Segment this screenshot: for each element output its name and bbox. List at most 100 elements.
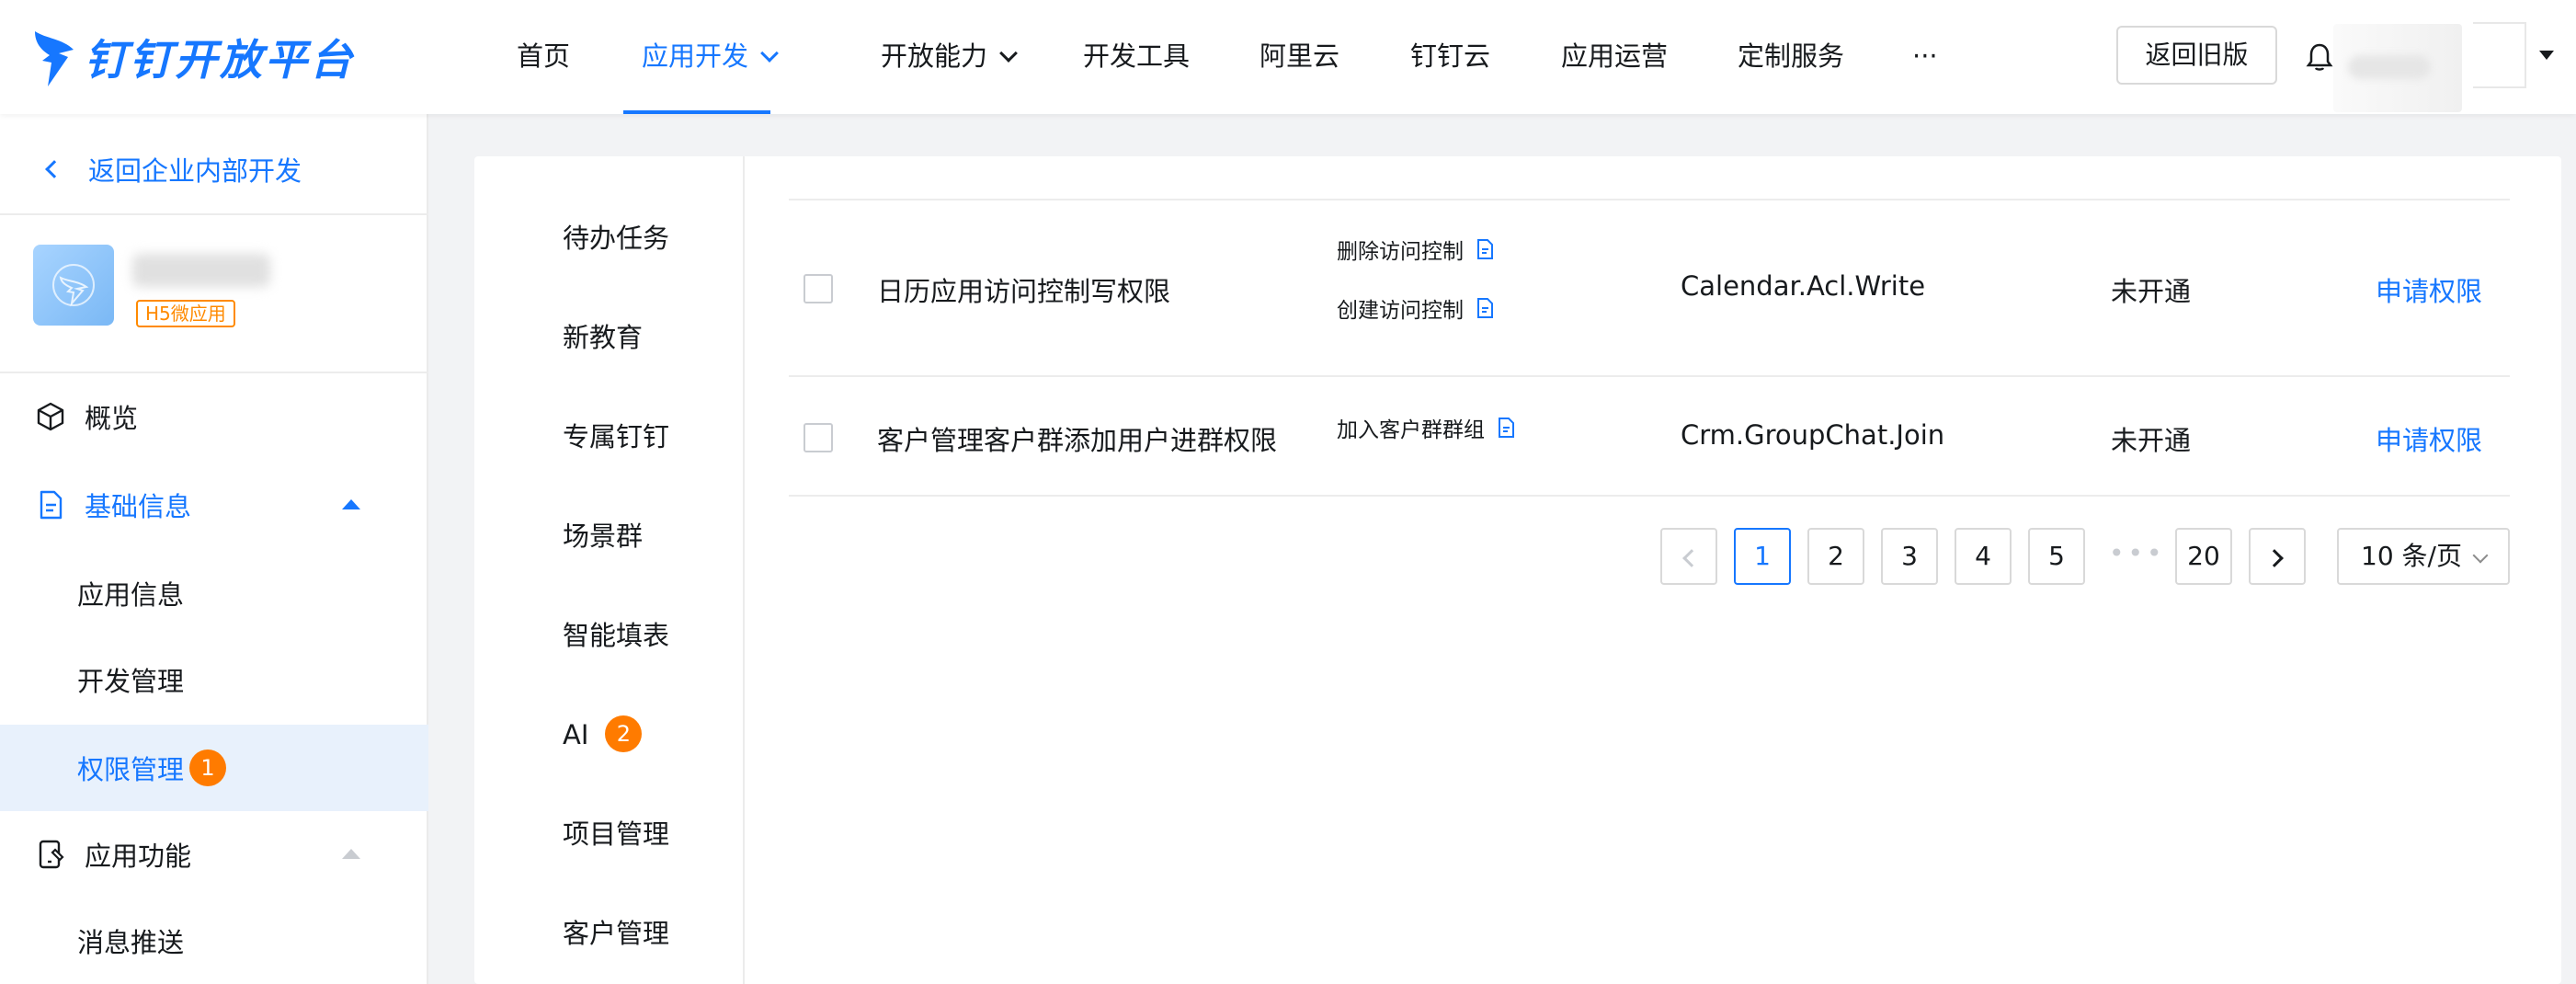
api-name: 加入客户群群组 bbox=[1337, 418, 1485, 442]
table-divider bbox=[789, 375, 2510, 377]
doc-icon bbox=[1477, 239, 1493, 259]
sidebar-item-label: 开发管理 bbox=[77, 666, 185, 697]
sidebar-item-message-push[interactable]: 消息推送 bbox=[0, 898, 428, 984]
permission-status: 未开通 bbox=[2111, 425, 2192, 456]
api-name: 删除访问控制 bbox=[1337, 240, 1464, 264]
page-size-value: 10 条/页 bbox=[2361, 541, 2462, 571]
table-divider bbox=[789, 495, 2510, 497]
sidebar-item-overview[interactable]: 概览 bbox=[0, 373, 428, 460]
nav-app-operations[interactable]: 应用运营 bbox=[1561, 0, 1668, 114]
permission-name: 客户管理客户群添加用户进群权限 bbox=[877, 425, 1278, 456]
nav-dingtalk-cloud[interactable]: 钉钉云 bbox=[1410, 0, 1490, 114]
doc-icon bbox=[1499, 418, 1514, 438]
top-navigation-bar: 钉钉开放平台 首页 应用开发 开放能力 开发工具 阿里云 钉钉云 应用运营 定制… bbox=[0, 0, 2576, 114]
permission-category-list: 待办任务 新教育 专属钉钉 场景群 智能填表 AI 2 项目管理 客户管理 bbox=[474, 156, 745, 984]
chevron-down-icon bbox=[999, 44, 1018, 63]
notification-badge: 1 bbox=[189, 749, 226, 786]
apply-permission-link[interactable]: 申请权限 bbox=[2376, 419, 2482, 458]
sidebar-item-app-info[interactable]: 应用信息 bbox=[0, 550, 428, 636]
category-customer-management[interactable]: 客户管理 bbox=[563, 910, 669, 956]
chevron-down-icon bbox=[2472, 547, 2489, 564]
category-label: 智能填表 bbox=[563, 620, 670, 651]
back-link-label: 返回企业内部开发 bbox=[88, 155, 302, 187]
sidebar-item-label: 权限管理 bbox=[77, 754, 185, 785]
pagination-next-button[interactable] bbox=[2249, 528, 2306, 585]
pagination-page-1[interactable]: 1 bbox=[1734, 528, 1791, 585]
category-label: 客户管理 bbox=[563, 918, 670, 949]
api-link[interactable]: 删除访问控制 bbox=[1337, 234, 1493, 265]
permission-panel: 待办任务 新教育 专属钉钉 场景群 智能填表 AI 2 项目管理 客户管理 日历应… bbox=[474, 156, 2561, 984]
sidebar: 返回企业内部开发 H5微应用 概览 基础信息 应用信息 开发管理 权限管理 1 … bbox=[0, 114, 428, 984]
category-project-management[interactable]: 项目管理 bbox=[563, 811, 669, 857]
app-card: H5微应用 bbox=[33, 245, 401, 346]
nav-label: 开放能力 bbox=[881, 40, 988, 72]
sidebar-item-app-features[interactable]: 应用功能 bbox=[0, 811, 428, 898]
category-smart-form[interactable]: 智能填表 bbox=[563, 612, 669, 658]
nav-label: 钉钉云 bbox=[1410, 40, 1491, 72]
category-scene-group[interactable]: 场景群 bbox=[563, 513, 643, 559]
pagination-page-2[interactable]: 2 bbox=[1807, 528, 1864, 585]
apply-permission-link[interactable]: 申请权限 bbox=[2376, 270, 2482, 309]
nav-aliyun[interactable]: 阿里云 bbox=[1260, 0, 1339, 114]
category-exclusive-dingtalk[interactable]: 专属钉钉 bbox=[563, 414, 669, 460]
page-size-select[interactable]: 10 条/页 bbox=[2337, 528, 2510, 585]
pagination-page-3[interactable]: 3 bbox=[1881, 528, 1938, 585]
category-label: 项目管理 bbox=[563, 818, 670, 850]
nav-open-capabilities[interactable]: 开放能力 bbox=[881, 0, 1018, 114]
category-todo[interactable]: 待办任务 bbox=[563, 215, 669, 261]
nav-label: 定制服务 bbox=[1738, 40, 1845, 72]
nav-app-development[interactable]: 应用开发 bbox=[623, 0, 779, 114]
avatar[interactable] bbox=[2333, 24, 2462, 112]
row-checkbox[interactable] bbox=[804, 423, 833, 452]
pagination-ellipsis[interactable]: ••• bbox=[2109, 528, 2166, 585]
dingtalk-logo-icon bbox=[35, 31, 74, 86]
document-icon bbox=[40, 490, 63, 520]
nav-dev-tools[interactable]: 开发工具 bbox=[1083, 0, 1190, 114]
bell-icon[interactable] bbox=[2303, 40, 2336, 74]
category-label: 待办任务 bbox=[563, 223, 670, 254]
return-old-version-button[interactable]: 返回旧版 bbox=[2116, 26, 2277, 85]
notification-badge: 2 bbox=[605, 715, 643, 752]
pagination-prev-button[interactable] bbox=[1660, 528, 1717, 585]
chevron-left-icon bbox=[1682, 549, 1701, 567]
permission-name: 日历应用访问控制写权限 bbox=[877, 276, 1171, 307]
app-name-blurred bbox=[132, 254, 270, 287]
pagination-page-last[interactable]: 20 bbox=[2175, 528, 2232, 585]
sidebar-item-label: 基础信息 bbox=[85, 491, 192, 522]
nav-label: 首页 bbox=[517, 40, 571, 72]
category-label: AI bbox=[563, 719, 589, 750]
nav-more[interactable]: ··· bbox=[1912, 0, 1938, 114]
app-icon bbox=[33, 245, 114, 326]
caret-down-icon[interactable] bbox=[2539, 51, 2554, 60]
category-label: 场景群 bbox=[563, 521, 644, 552]
category-new-education[interactable]: 新教育 bbox=[563, 315, 643, 360]
permission-code: Crm.GroupChat.Join bbox=[1681, 419, 1945, 451]
doc-icon bbox=[1477, 298, 1493, 318]
sidebar-item-label: 消息推送 bbox=[77, 927, 185, 958]
nav-custom-service[interactable]: 定制服务 bbox=[1738, 0, 1844, 114]
nav-label: 应用运营 bbox=[1561, 40, 1669, 72]
nav-home[interactable]: 首页 bbox=[517, 0, 570, 114]
chevron-down-icon bbox=[760, 44, 779, 63]
brand-logo[interactable]: 钉钉开放平台 bbox=[31, 24, 355, 90]
app-type-tag: H5微应用 bbox=[136, 300, 235, 327]
pagination-page-5[interactable]: 5 bbox=[2028, 528, 2085, 585]
more-icon: ··· bbox=[1912, 40, 1938, 72]
permission-status: 未开通 bbox=[2111, 276, 2192, 307]
divider bbox=[0, 213, 428, 215]
back-to-internal-dev-link[interactable]: 返回企业内部开发 bbox=[37, 142, 302, 197]
category-ai[interactable]: AI 2 bbox=[563, 712, 643, 758]
sidebar-item-basic-info[interactable]: 基础信息 bbox=[0, 462, 428, 548]
sidebar-item-dev-management[interactable]: 开发管理 bbox=[0, 636, 428, 723]
api-link[interactable]: 加入客户群群组 bbox=[1337, 412, 1514, 443]
row-checkbox[interactable] bbox=[804, 274, 833, 303]
permission-code: Calendar.Acl.Write bbox=[1681, 270, 1926, 302]
user-menu-box[interactable] bbox=[2473, 22, 2526, 88]
api-link[interactable]: 创建访问控制 bbox=[1337, 292, 1493, 324]
brand-name: 钉钉开放平台 bbox=[85, 35, 355, 85]
sidebar-item-label: 概览 bbox=[85, 403, 139, 434]
app-logo-icon bbox=[52, 264, 95, 307]
nav-label: 开发工具 bbox=[1083, 40, 1191, 72]
pagination-page-4[interactable]: 4 bbox=[1955, 528, 2012, 585]
sidebar-item-permission-management[interactable]: 权限管理 1 bbox=[0, 725, 428, 811]
